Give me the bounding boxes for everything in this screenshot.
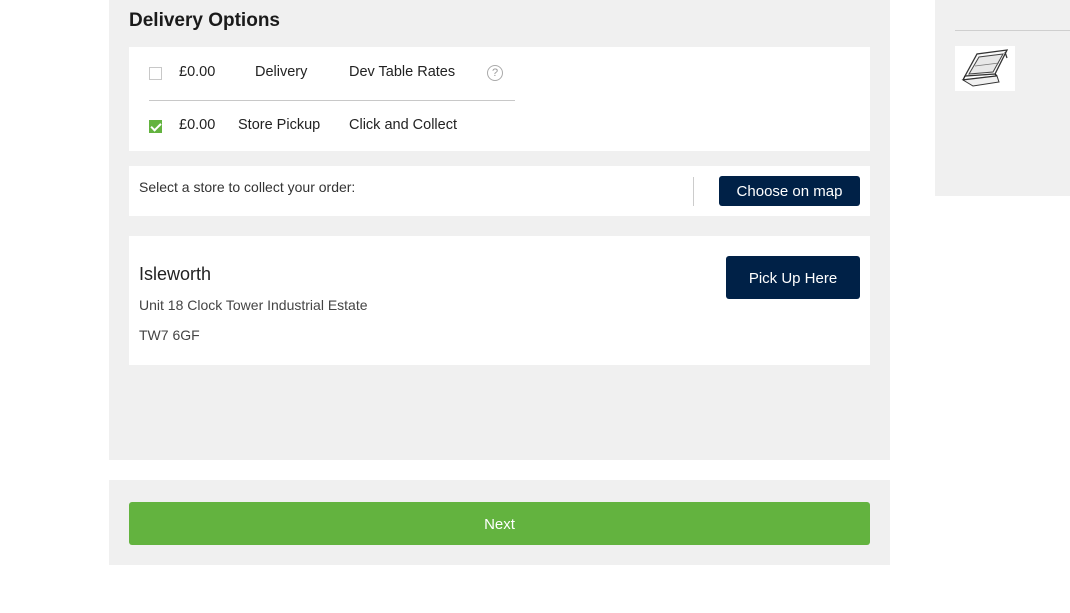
section-title: Delivery Options — [129, 10, 280, 31]
delivery-option-store-pickup[interactable]: £0.00 Store Pickup Click and Collect — [129, 112, 529, 142]
store-address: Unit 18 Clock Tower Industrial Estate — [139, 297, 368, 313]
delivery-options-panel-main: Delivery Options £0.00 Delivery Dev Tabl… — [109, 0, 890, 460]
store-selector-prompt: Select a store to collect your order: — [139, 179, 356, 195]
option-price: £0.00 — [179, 117, 216, 133]
delivery-options-list: £0.00 Delivery Dev Table Rates ? £0.00 S… — [129, 47, 870, 151]
roof-window-icon — [961, 49, 1009, 87]
option-carrier: Dev Table Rates — [349, 64, 456, 80]
next-button[interactable]: Next — [129, 502, 870, 545]
store-postcode: TW7 6GF — [139, 327, 200, 343]
choose-on-map-button[interactable]: Choose on map — [719, 176, 860, 206]
sidebar-divider — [955, 30, 1070, 31]
delivery-checkbox[interactable] — [149, 67, 162, 80]
store-pickup-checkbox[interactable] — [149, 120, 162, 133]
pick-up-here-button[interactable]: Pick Up Here — [726, 256, 860, 299]
option-price: £0.00 — [179, 64, 216, 80]
option-carrier: Click and Collect — [349, 117, 457, 133]
store-selector-bar: Select a store to collect your order: Ch… — [129, 166, 870, 216]
option-divider — [149, 100, 515, 101]
option-method: Delivery — [255, 64, 308, 80]
next-panel: Next — [109, 480, 890, 565]
order-summary-sidebar — [935, 0, 1070, 196]
store-name: Isleworth — [139, 264, 212, 284]
option-method: Store Pickup — [238, 117, 321, 133]
store-card: Isleworth Unit 18 Clock Tower Industrial… — [129, 236, 870, 365]
roof-window-product-image — [955, 46, 1015, 91]
delivery-option-delivery[interactable]: £0.00 Delivery Dev Table Rates ? — [129, 59, 529, 89]
help-icon[interactable]: ? — [487, 65, 503, 81]
divider — [693, 177, 694, 206]
